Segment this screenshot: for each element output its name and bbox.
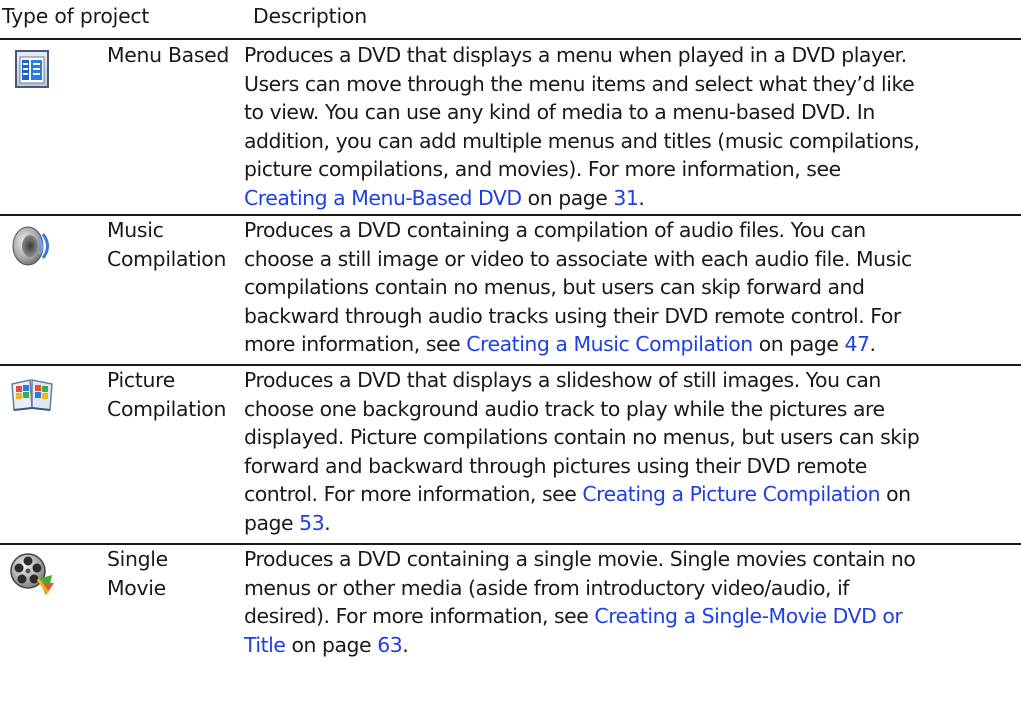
description-text: picture compilations, and movies). For m… <box>244 157 841 182</box>
type-label: Picture Compilation <box>107 366 226 423</box>
description-text: forward and backward through pictures us… <box>244 453 867 478</box>
description-line: forward and backward through pictures us… <box>244 452 1021 481</box>
speaker-icon <box>8 222 56 270</box>
description-line: Title on page 63. <box>244 631 1021 660</box>
cross-reference-link[interactable]: Title <box>244 633 286 657</box>
description-line: more information, see Creating a Music C… <box>244 330 1021 359</box>
description-text: page <box>244 510 300 535</box>
description-line: page 53. <box>244 509 1021 538</box>
description-line: control. For more information, see Creat… <box>244 480 1021 509</box>
table-row: Picture Compilation Produces a DVD that d… <box>0 366 1021 542</box>
description-text: Users can move through the menu items an… <box>244 71 915 96</box>
description-text: Produces a DVD containing a single movie… <box>244 547 916 571</box>
description-text: . <box>638 185 645 210</box>
description-line: backward through audio tracks using thei… <box>244 302 1021 331</box>
description-line: desired). For more information, see Crea… <box>244 602 1021 631</box>
type-label-line: Picture <box>107 368 176 392</box>
description-text: on page <box>752 332 845 357</box>
description-text: Produces a DVD that displays a menu when… <box>244 43 907 67</box>
description-line: picture compilations, and movies). For m… <box>244 155 1021 184</box>
description-cell: Produces a DVD that displays a menu when… <box>244 41 1021 213</box>
type-label-line: Compilation <box>107 246 227 271</box>
cross-reference-link[interactable]: Creating a Menu-Based DVD <box>244 186 522 210</box>
description-text: menus or other media (aside from introdu… <box>244 575 850 600</box>
type-label: Music Compilation <box>107 216 226 273</box>
table-header: Type of project Description <box>0 0 1021 36</box>
table-row: Menu Based Produces a DVD that displays … <box>0 40 1021 214</box>
description-text: compilations contain no menus, but users… <box>244 275 865 300</box>
description-text: choose one background audio track to pla… <box>244 396 885 421</box>
description-text: . <box>869 332 877 357</box>
description-text: more information, see <box>244 332 467 357</box>
cross-reference-link[interactable]: 31 <box>613 186 638 210</box>
type-label-line: Menu Based <box>107 43 230 67</box>
description-text: control. For more information, see <box>244 482 583 507</box>
film-reel-icon <box>8 549 56 597</box>
description-line: to view. You can use any kind of media t… <box>244 98 1021 127</box>
description-line: displayed. Picture compilations contain … <box>244 423 1021 452</box>
description-line: Produces a DVD containing a compilation … <box>244 216 1021 245</box>
cross-reference-link[interactable]: Creating a Picture Compilation <box>582 482 880 506</box>
cross-reference-link[interactable]: 53 <box>299 511 324 535</box>
column-header-description: Description <box>253 4 367 28</box>
description-cell: Produces a DVD containing a compilation … <box>244 216 1021 359</box>
cross-reference-link[interactable]: Creating a Single-Movie DVD or <box>594 604 902 628</box>
description-line: Produces a DVD containing a single movie… <box>244 545 1021 574</box>
description-text: . <box>324 510 331 535</box>
menu-list-icon <box>8 45 56 93</box>
type-label-line: Compilation <box>107 396 227 421</box>
description-line: menus or other media (aside from introdu… <box>244 574 1021 603</box>
picture-book-icon <box>8 370 56 418</box>
description-text: Produces a DVD containing a compilation … <box>244 218 866 242</box>
description-line: addition, you can add multiple menus and… <box>244 127 1021 156</box>
cross-reference-link[interactable]: 47 <box>844 332 869 356</box>
cross-reference-link[interactable]: 63 <box>377 633 402 657</box>
description-text: Produces a DVD that displays a slideshow… <box>244 368 881 392</box>
type-label: Menu Based <box>107 41 229 70</box>
description-cell: Produces a DVD that displays a slideshow… <box>244 366 1021 538</box>
type-label-line: Movie <box>107 575 166 600</box>
description-text: displayed. Picture compilations contain … <box>244 425 920 450</box>
description-text: choose a still image or video to associa… <box>244 246 912 271</box>
description-line: compilations contain no menus, but users… <box>244 273 1021 302</box>
description-line: Creating a Menu-Based DVD on page 31. <box>244 184 1021 213</box>
description-text: . <box>402 632 409 657</box>
description-text: addition, you can add multiple menus and… <box>244 128 920 153</box>
description-line: choose one background audio track to pla… <box>244 395 1021 424</box>
cross-reference-link[interactable]: Creating a Music Compilation <box>466 332 753 356</box>
description-line: choose a still image or video to associa… <box>244 245 1021 274</box>
description-line: Users can move through the menu items an… <box>244 70 1021 99</box>
document-page: Type of project Description Menu Based P… <box>0 0 1021 722</box>
description-text: on page <box>285 632 378 657</box>
column-header-type: Type of project <box>2 4 150 28</box>
description-text: to view. You can use any kind of media t… <box>244 100 875 125</box>
description-line: Produces a DVD that displays a slideshow… <box>244 366 1021 395</box>
type-label-line: Music <box>107 218 164 242</box>
description-text: on page <box>521 185 614 210</box>
type-label: Single Movie <box>107 545 168 602</box>
description-text: desired). For more information, see <box>244 604 595 629</box>
description-line: Produces a DVD that displays a menu when… <box>244 41 1021 70</box>
description-cell: Produces a DVD containing a single movie… <box>244 545 1021 659</box>
type-label-line: Single <box>107 547 168 571</box>
table-row: Single Movie Produces a DVD containing a … <box>0 545 1021 722</box>
table-row: Music Compilation Produces a DVD containi… <box>0 216 1021 364</box>
description-text: backward through audio tracks using thei… <box>244 303 901 328</box>
description-text: on <box>880 482 911 507</box>
